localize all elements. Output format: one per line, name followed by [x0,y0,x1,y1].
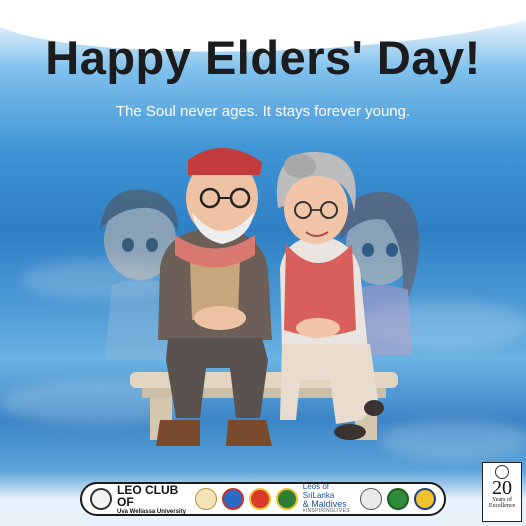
multiple-district-emblem-icon [248,488,271,510]
club-emblem-icon [194,488,217,510]
lions-international-logo-icon [414,488,436,510]
lions-district-emblem-icon [275,488,298,510]
leo-club-university: Uva Wellassa University [117,508,186,515]
uva-wellassa-university-seal-icon [90,488,112,510]
green-emblem-icon [387,488,409,510]
district-emblem-icon [221,488,244,510]
poster: Happy Elders' Day! The Soul never ages. … [0,0,526,526]
leos-of-srilanka-maldives-logo: Leos of SriLanka & Maldives #INSPIRINGLI… [302,482,355,515]
leo-club-wordmark: LEO CLUB OF Uva Wellassa University [117,484,188,515]
lions-crest-icon [360,488,382,510]
leos-logo-line1: Leos of SriLanka [302,482,335,500]
anniversary-line2: Excellence [488,503,516,509]
elderly-couple-illustration [100,147,420,446]
grandfather [156,147,272,446]
leo-club-name: LEO CLUB OF [117,482,179,509]
leos-logo-hashtag: #INSPIRINGLIVES [302,508,350,515]
sponsor-logo-bar: LEO CLUB OF Uva Wellassa University Leos… [80,482,446,516]
anniversary-number: 20 [492,477,512,499]
twenty-years-excellence-badge: 20 Years of Excellence [482,462,522,522]
